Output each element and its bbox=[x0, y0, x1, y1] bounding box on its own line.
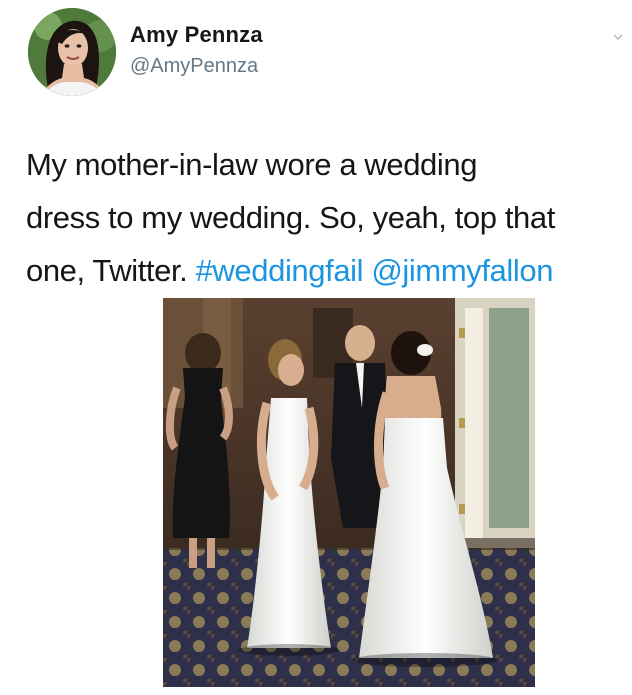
author-avatar[interactable] bbox=[28, 8, 116, 96]
chevron-down-icon bbox=[613, 34, 623, 41]
tweet-text-line: My mother-in-law wore a wedding bbox=[26, 147, 478, 182]
author-handle[interactable]: @AmyPennza bbox=[130, 55, 258, 78]
hashtag-link[interactable]: #weddingfail bbox=[196, 253, 364, 288]
profile-photo-icon bbox=[28, 8, 116, 96]
tweet-text-line: dress to my wedding. So, yeah, top that bbox=[26, 200, 555, 235]
tweet-text-plain: one, Twitter. bbox=[26, 253, 196, 288]
tweet-text: My mother-in-law wore a wedding dress to… bbox=[26, 138, 626, 297]
tweet-photo[interactable] bbox=[163, 298, 535, 687]
tweet-menu-button[interactable] bbox=[612, 30, 624, 42]
tweet-text-line: one, Twitter. #weddingfail @jimmyfallon bbox=[26, 244, 626, 297]
author-display-name[interactable]: Amy Pennza bbox=[130, 22, 263, 48]
mention-link[interactable]: @jimmyfallon bbox=[371, 253, 553, 288]
tweet-card: Amy Pennza @AmyPennza My mother-in-law w… bbox=[0, 0, 632, 695]
wedding-photo bbox=[163, 298, 535, 687]
